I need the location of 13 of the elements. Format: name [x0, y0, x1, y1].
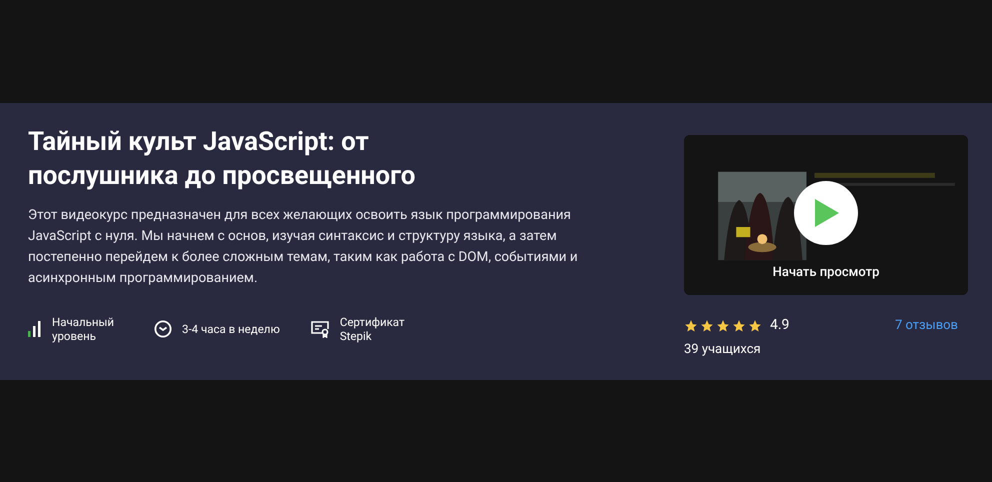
level-bars-icon — [28, 321, 42, 337]
start-watching-label: Начать просмотр — [772, 264, 880, 282]
certificate-icon — [310, 320, 330, 338]
video-preview[interactable]: Начать просмотр — [684, 135, 968, 295]
feature-label: 3-4 часа в неделю — [182, 322, 280, 336]
feature-label: Начальный уровень — [52, 315, 116, 343]
course-title: Тайный культ JavaScript: от послушника до просвещенного — [28, 126, 416, 193]
feature-label: Сертификат Stepik — [340, 315, 406, 343]
rating-score: 4.9 — [770, 316, 790, 335]
course-description: Этот видеокурс предназначен для всех желающих освоить язык программирования JavaScript с нуля. Мы начнем с основ, изучая синтаксис и структуру языка, а затем постепенно перейдем к более сложным темам, таким как работа с DOM, событиями и асинхронным программированием. — [28, 206, 579, 288]
students-count: 39 учащихся — [684, 341, 762, 359]
reviews-link[interactable]: 7 отзывов — [894, 316, 958, 336]
clock-icon — [154, 320, 172, 338]
